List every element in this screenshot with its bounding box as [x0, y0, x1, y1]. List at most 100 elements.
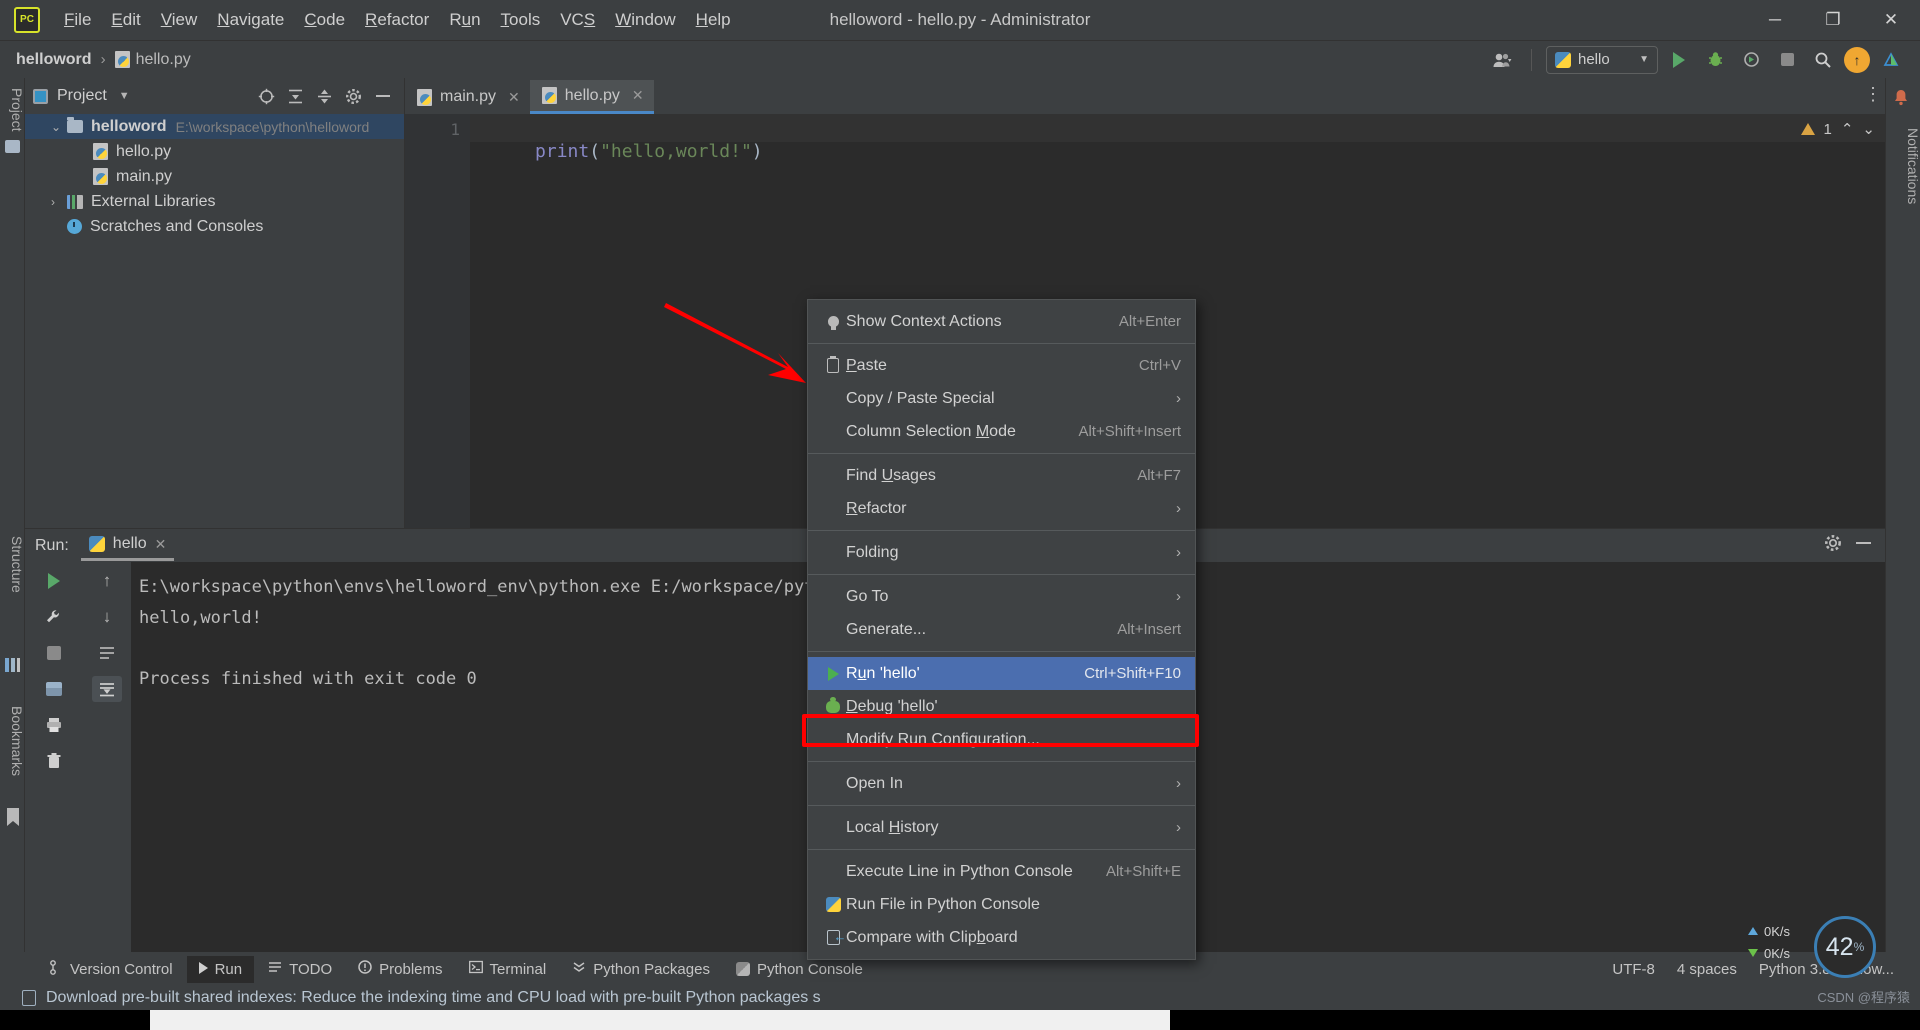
context-menu-item-column-selection-mode[interactable]: Column Selection Mode Alt+Shift+Insert — [808, 415, 1195, 448]
performance-widget[interactable]: 0K/s 0K/s 42 % — [1748, 916, 1876, 978]
editor-context-menu[interactable]: Show Context Actions Alt+Enter Paste Ctrl+V… — [807, 299, 1196, 960]
editor-tab-hello-py[interactable]: hello.py ✕ — [529, 80, 654, 114]
tool-window-terminal[interactable]: Terminal — [457, 955, 559, 983]
sidebar-tab-structure[interactable]: Structure — [0, 528, 25, 601]
breadcrumb-file[interactable]: hello.py — [136, 51, 191, 69]
tool-window-todo[interactable]: TODO — [256, 955, 344, 983]
twisty-collapsed-icon[interactable]: › — [51, 195, 67, 209]
tool-window-version-control[interactable]: Version Control — [38, 955, 185, 984]
cpu-usage-gauge[interactable]: 42 % — [1814, 916, 1876, 978]
chevron-down-icon[interactable]: ▼ — [119, 90, 130, 102]
next-problem-icon[interactable]: ⌄ — [1862, 120, 1875, 138]
tool-window-run[interactable]: Run — [186, 955, 255, 983]
tool-window-buttons[interactable]: Version Control Run TODO Problems Terminal Py… — [38, 955, 875, 984]
tool-window-problems[interactable]: Problems — [346, 955, 454, 983]
close-icon[interactable]: ✕ — [508, 89, 520, 106]
menu-bar[interactable]: File Edit View Navigate Code Refactor Run Tools… — [54, 6, 741, 34]
stop-icon[interactable] — [1772, 46, 1802, 74]
context-menu-item-folding[interactable]: Folding › — [808, 536, 1195, 569]
modify-run-configuration-icon[interactable] — [39, 604, 69, 630]
navbar-actions[interactable]: hello ▼ ↑ — [1487, 45, 1906, 74]
notification-text[interactable]: Download pre-built shared indexes: Reduc… — [46, 989, 821, 1007]
maximize-button[interactable]: ❐ — [1804, 0, 1862, 40]
run-icon[interactable] — [1664, 46, 1694, 74]
context-menu-item-refactor[interactable]: Refactor › — [808, 492, 1195, 525]
pin-tab-icon[interactable] — [39, 676, 69, 702]
context-menu-item-execute-line-in-python-console[interactable]: Execute Line in Python Console Alt+Shift+… — [808, 855, 1195, 888]
menu-window[interactable]: Window — [605, 6, 685, 34]
structure-icon[interactable] — [5, 658, 20, 672]
tree-item-scratches-and-consoles[interactable]: Scratches and Consoles — [25, 214, 404, 239]
settings-icon[interactable] — [1824, 534, 1842, 557]
settings-icon[interactable] — [340, 83, 367, 109]
editor-tab-bar[interactable]: main.py ✕ hello.py ✕ — [405, 78, 1885, 114]
up-the-stack-icon[interactable]: ↑ — [92, 568, 122, 594]
scroll-to-end-icon[interactable] — [92, 676, 122, 702]
tool-window-python-packages[interactable]: Python Packages — [560, 955, 722, 983]
window-controls[interactable]: ─ ❐ ✕ — [1746, 0, 1920, 40]
previous-problem-icon[interactable]: ⌃ — [1841, 120, 1854, 138]
editor-tabs-more-icon[interactable]: ⋮ — [1864, 84, 1882, 105]
menu-view[interactable]: View — [151, 6, 208, 34]
context-menu-item-run-hello[interactable]: Run 'hello' Ctrl+Shift+F10 — [808, 657, 1195, 690]
project-tree[interactable]: ⌄ helloword E:\workspace\python\helloword h… — [25, 114, 404, 239]
context-menu-item-find-usages[interactable]: Find Usages Alt+F7 — [808, 459, 1195, 492]
run-window-side-toolbar[interactable] — [25, 562, 83, 952]
inspection-widget[interactable]: 1 ⌃ ⌄ — [1791, 114, 1886, 144]
stop-icon[interactable] — [39, 640, 69, 666]
folder-icon[interactable] — [5, 140, 20, 153]
search-everywhere-icon[interactable] — [1808, 46, 1838, 74]
context-menu-item-debug-hello[interactable]: Debug 'hello' — [808, 690, 1195, 723]
close-button[interactable]: ✕ — [1862, 0, 1920, 40]
breadcrumb[interactable]: helloword › hello.py — [16, 51, 191, 69]
minimize-button[interactable]: ─ — [1746, 0, 1804, 40]
tree-item-main-py[interactable]: main.py — [25, 164, 404, 189]
context-menu-item-run-file-in-python-console[interactable]: Run File in Python Console — [808, 888, 1195, 921]
sidebar-tab-notifications[interactable]: Notifications — [1886, 128, 1920, 204]
menu-file[interactable]: File — [54, 6, 101, 34]
hide-icon[interactable] — [1856, 534, 1871, 557]
context-menu-item-local-history[interactable]: Local History › — [808, 811, 1195, 844]
breadcrumb-project[interactable]: helloword — [16, 51, 92, 69]
menu-tools[interactable]: Tools — [491, 6, 551, 34]
debug-icon[interactable] — [1700, 46, 1730, 74]
menu-vcs[interactable]: VCS — [550, 6, 605, 34]
run-window-nav-toolbar[interactable]: ↑ ↓ — [83, 562, 131, 952]
menu-help[interactable]: Help — [686, 6, 741, 34]
run-window-actions[interactable] — [1824, 534, 1875, 557]
expand-all-icon[interactable] — [282, 83, 309, 109]
close-icon[interactable]: ✕ — [155, 536, 167, 553]
tree-item-helloword[interactable]: ⌄ helloword E:\workspace\python\helloword — [25, 114, 404, 139]
left-tool-strip[interactable]: Project Structure Bookmarks — [0, 78, 25, 952]
print-icon[interactable] — [39, 712, 69, 738]
twisty-expanded-icon[interactable]: ⌄ — [51, 120, 67, 134]
tree-item-external-libraries[interactable]: › External Libraries — [25, 189, 404, 214]
context-menu-item-modify-run-configuration[interactable]: Modify Run Configuration... — [808, 723, 1195, 756]
menu-code[interactable]: Code — [294, 6, 355, 34]
context-menu-item-generate[interactable]: Generate... Alt+Insert — [808, 613, 1195, 646]
ide-more-icon[interactable] — [1876, 46, 1906, 74]
right-tool-strip[interactable]: Notifications — [1885, 78, 1920, 952]
sidebar-tab-bookmarks[interactable]: Bookmarks — [0, 698, 25, 784]
menu-navigate[interactable]: Navigate — [207, 6, 294, 34]
soft-wrap-icon[interactable] — [92, 640, 122, 666]
context-menu-item-show-context-actions[interactable]: Show Context Actions Alt+Enter — [808, 305, 1195, 338]
menu-edit[interactable]: Edit — [101, 6, 150, 34]
context-menu-item-paste[interactable]: Paste Ctrl+V — [808, 349, 1195, 382]
context-menu-item-open-in[interactable]: Open In › — [808, 767, 1195, 800]
status-4-spaces[interactable]: 4 spaces — [1677, 961, 1737, 978]
run-tab-hello[interactable]: hello ✕ — [80, 530, 175, 561]
project-panel-actions[interactable] — [253, 83, 396, 109]
sidebar-tab-project[interactable]: Project — [0, 80, 25, 140]
context-menu-item-compare-with-clipboard[interactable]: Compare with Clipboard — [808, 921, 1195, 954]
status-utf-8[interactable]: UTF-8 — [1612, 961, 1655, 978]
context-menu-item-go-to[interactable]: Go To › — [808, 580, 1195, 613]
editor-tab-main-py[interactable]: main.py ✕ — [405, 80, 530, 114]
code-line-1[interactable]: print("hello,world!") — [470, 120, 1885, 183]
rerun-icon[interactable] — [39, 568, 69, 594]
run-configuration-selector[interactable]: hello ▼ — [1546, 45, 1658, 74]
menu-refactor[interactable]: Refactor — [355, 6, 439, 34]
bookmark-icon[interactable] — [7, 808, 19, 826]
notification-bar[interactable]: Download pre-built shared indexes: Reduc… — [0, 986, 1920, 1010]
user-accounts-icon[interactable] — [1487, 46, 1517, 74]
